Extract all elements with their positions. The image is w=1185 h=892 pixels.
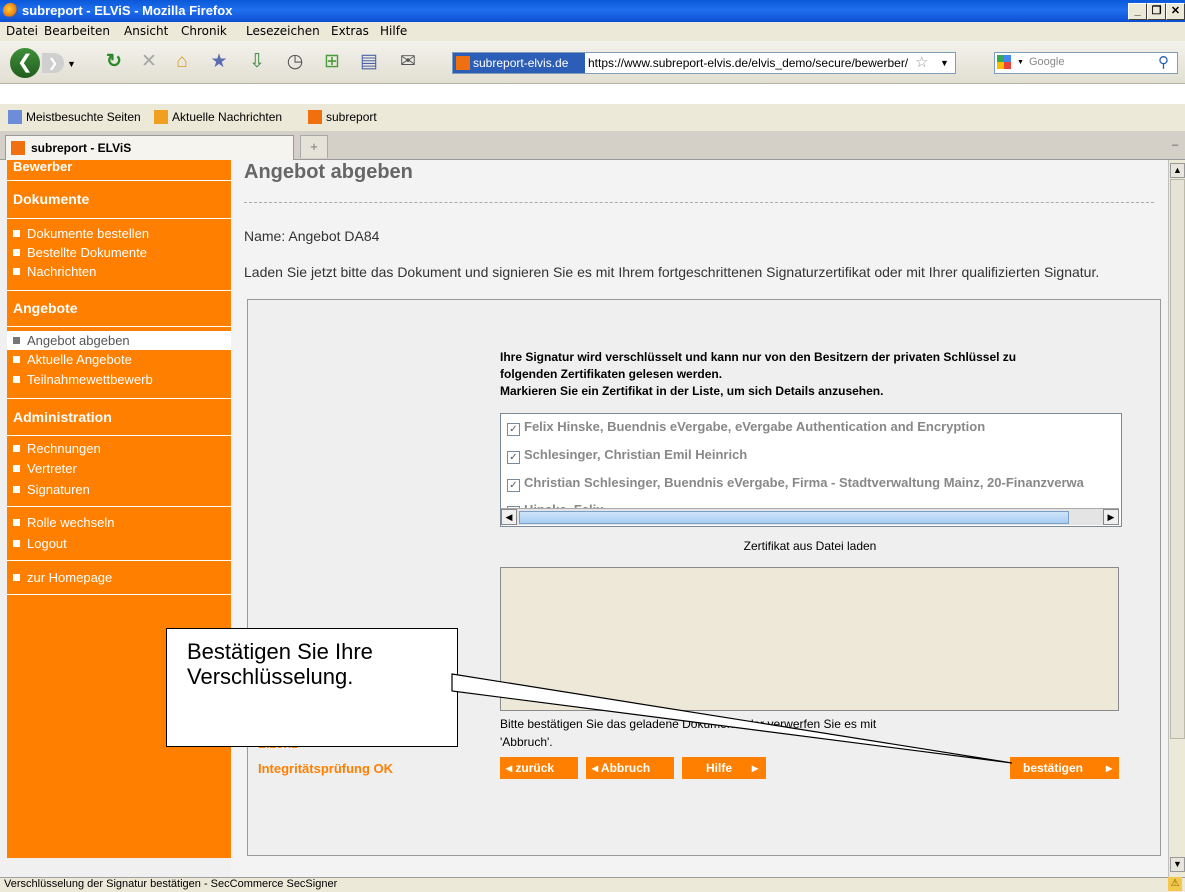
mail-icon[interactable]: ✉	[396, 50, 420, 74]
history-dropdown-icon[interactable]: ▼	[67, 59, 76, 69]
site-identity[interactable]: subreport-elvis.de	[453, 53, 585, 73]
minimize-icon[interactable]: _	[1128, 3, 1147, 20]
close-icon[interactable]: ✕	[1166, 3, 1185, 20]
download-icon[interactable]: ⇩	[245, 50, 269, 74]
menu-chronik[interactable]: Chronik	[181, 24, 227, 38]
bookmark-aktuelle-nachrichten[interactable]: Aktuelle Nachrichten	[154, 110, 282, 124]
bookmark-icon[interactable]: ★	[207, 50, 231, 74]
bookmark-meistbesucht[interactable]: Meistbesuchte Seiten	[8, 110, 141, 124]
navigation-toolbar: ❮ ❯ ▼ ↻ ✕ ⌂ ★ ⇩ ◷ ⊞ ▤ ✉ subreport-elvis.…	[0, 41, 1185, 84]
bookmark-label: subreport	[326, 110, 377, 124]
bookmark-label: Meistbesuchte Seiten	[26, 110, 141, 124]
menu-datei[interactable]: Datei	[6, 24, 38, 38]
subreport-favicon-icon	[308, 110, 322, 124]
search-icon[interactable]: ⚲	[1158, 53, 1169, 71]
menu-extras[interactable]: Extras	[331, 24, 369, 38]
window-titlebar: subreport - ELViS - Mozilla Firefox _ ❐ …	[0, 0, 1185, 22]
reload-icon[interactable]: ↻	[102, 50, 126, 74]
page-viewport: Bewerber Dokumente Dokumente bestellen B…	[0, 160, 1168, 877]
scroll-up-icon[interactable]: ▲	[1170, 163, 1185, 178]
bookmark-label: Aktuelle Nachrichten	[172, 110, 283, 124]
back-icon[interactable]: ❮	[10, 48, 40, 78]
status-bar: Verschlüsselung der Signatur bestätigen …	[0, 877, 1185, 892]
url-dropdown-icon[interactable]: ▼	[940, 53, 949, 73]
menu-bar: Datei Bearbeiten Ansicht Chronik Lesezei…	[0, 22, 1185, 41]
search-box[interactable]: ▼ Google ⚲	[994, 52, 1178, 74]
print-icon[interactable]: ▤	[357, 50, 381, 74]
callout-pointer	[451, 673, 1013, 764]
status-text: Verschlüsselung der Signatur bestätigen …	[4, 878, 338, 890]
tab-list-icon[interactable]: –	[1172, 139, 1178, 151]
tab-favicon-icon	[11, 141, 25, 155]
scroll-down-icon[interactable]: ▼	[1170, 857, 1185, 872]
history-icon[interactable]: ◷	[283, 50, 307, 74]
search-input[interactable]: Google	[1029, 56, 1064, 68]
maximize-icon[interactable]: ❐	[1147, 3, 1166, 20]
bookmarks-toolbar: Meistbesuchte Seiten Aktuelle Nachrichte…	[0, 104, 1185, 132]
rss-feed-icon	[154, 110, 168, 124]
menu-bearbeiten[interactable]: Bearbeiten	[44, 24, 110, 38]
menu-ansicht[interactable]: Ansicht	[124, 24, 168, 38]
smart-folder-icon	[8, 110, 22, 124]
tab-bar: subreport - ELViS + –	[0, 131, 1185, 160]
scrollbar-thumb[interactable]	[1170, 179, 1185, 739]
home-icon[interactable]: ⌂	[170, 50, 194, 74]
url-text[interactable]: https://www.subreport-elvis.de/elvis_dem…	[588, 53, 908, 73]
new-tab-button[interactable]: +	[300, 135, 328, 158]
menu-lesezeichen[interactable]: Lesezeichen	[246, 24, 320, 38]
bookmark-subreport[interactable]: subreport	[308, 110, 377, 124]
tab-title: subreport - ELViS	[31, 141, 132, 155]
search-engine-dropdown-icon[interactable]: ▼	[1017, 59, 1024, 66]
callout-pointer-shape	[451, 673, 1013, 764]
google-icon[interactable]	[997, 55, 1011, 69]
site-favicon-icon	[456, 56, 470, 70]
stop-icon[interactable]: ✕	[137, 50, 161, 74]
tab-subreport[interactable]: subreport - ELViS	[5, 135, 294, 160]
star-bookmark-icon[interactable]: ☆	[915, 53, 928, 73]
firefox-logo-icon	[3, 3, 18, 18]
menu-hilfe[interactable]: Hilfe	[380, 24, 407, 38]
new-window-icon[interactable]: ⊞	[320, 50, 344, 74]
site-label: subreport-elvis.de	[473, 56, 569, 70]
forward-icon[interactable]: ❯	[42, 53, 64, 73]
window-title: subreport - ELViS - Mozilla Firefox	[22, 3, 233, 18]
address-bar[interactable]: subreport-elvis.de https://www.subreport…	[452, 52, 956, 74]
warning-icon[interactable]: ⚠	[1168, 877, 1182, 891]
page-scrollbar[interactable]: ▲ ▼	[1168, 160, 1185, 877]
